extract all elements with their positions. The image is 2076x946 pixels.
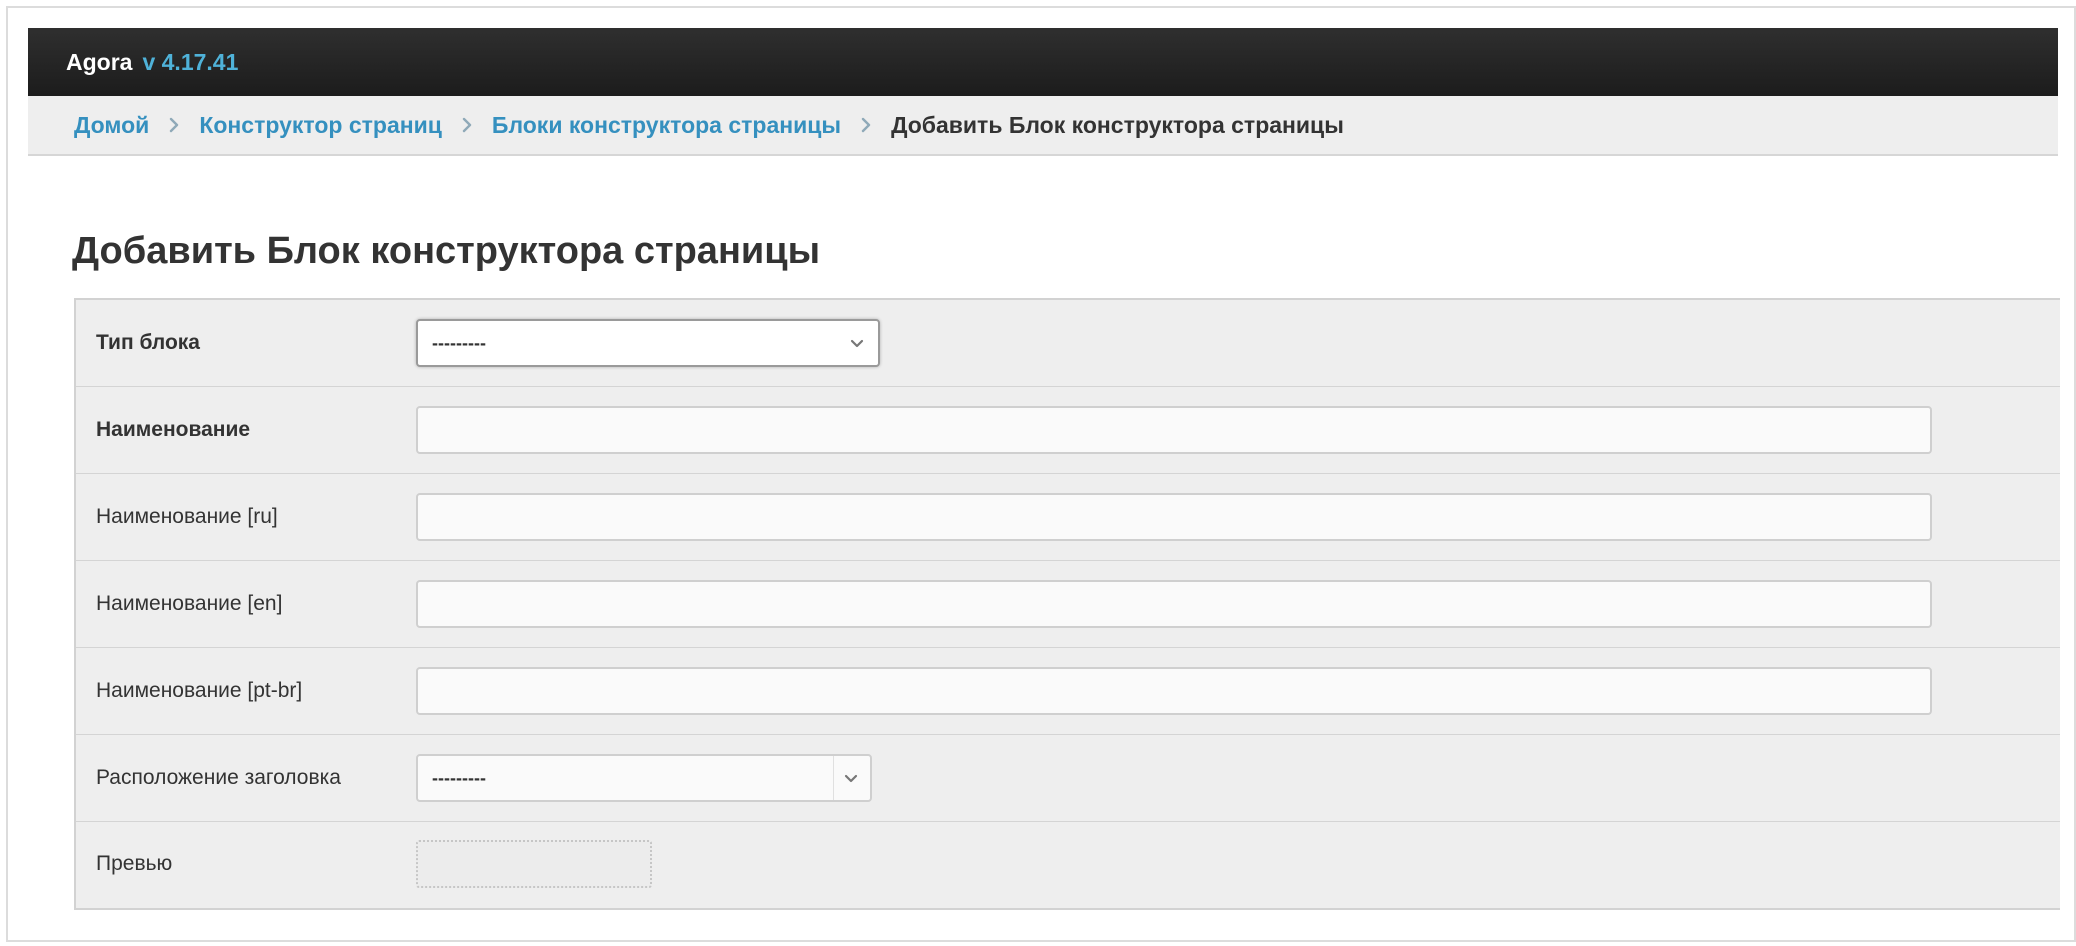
- chevron-right-icon: [149, 116, 199, 134]
- name-pt-br-input[interactable]: [416, 667, 1932, 715]
- breadcrumb-page-builder-blocks[interactable]: Блоки конструктора страницы: [492, 112, 841, 139]
- form-row-name-pt-br: Наименование [pt-br]: [76, 648, 2060, 735]
- brand[interactable]: Agora v 4.17.41: [66, 28, 238, 96]
- chevron-down-icon: [848, 334, 866, 352]
- title-position-label: Расположение заголовка: [96, 766, 341, 789]
- page-title: Добавить Блок конструктора страницы: [72, 230, 821, 272]
- preview-upload-area[interactable]: [416, 840, 652, 888]
- chevron-right-icon: [841, 116, 891, 134]
- form-row-title-position: Расположение заголовка ---------: [76, 735, 2060, 822]
- app-version: v 4.17.41: [142, 48, 239, 75]
- name-ru-input[interactable]: [416, 493, 1932, 541]
- title-position-selected-value: ---------: [432, 767, 486, 788]
- app-window: Agora v 4.17.41 Домой Конструктор страни…: [6, 6, 2076, 942]
- title-position-select[interactable]: ---------: [416, 754, 872, 802]
- form-row-block-type: Тип блока ---------: [76, 300, 2060, 387]
- name-pt-br-label: Наименование [pt-br]: [96, 679, 303, 702]
- name-label: Наименование: [96, 418, 251, 441]
- breadcrumb-current: Добавить Блок конструктора страницы: [891, 111, 1344, 138]
- form-row-name-ru: Наименование [ru]: [76, 474, 2060, 561]
- chevron-right-icon: [442, 116, 492, 134]
- name-ru-label: Наименование [ru]: [96, 505, 278, 528]
- name-input[interactable]: [416, 406, 1932, 454]
- preview-label: Превью: [96, 852, 173, 875]
- name-en-label: Наименование [en]: [96, 592, 283, 615]
- app-name: Agora: [66, 48, 133, 75]
- top-header: Agora v 4.17.41: [28, 28, 2058, 96]
- block-type-select[interactable]: ---------: [416, 319, 880, 367]
- name-en-input[interactable]: [416, 580, 1932, 628]
- block-type-label: Тип блока: [96, 331, 200, 354]
- breadcrumb: Домой Конструктор страниц Блоки конструк…: [28, 96, 2058, 156]
- block-type-selected-value: ---------: [432, 332, 486, 353]
- breadcrumb-page-builder[interactable]: Конструктор страниц: [199, 112, 442, 139]
- form-row-name-en: Наименование [en]: [76, 561, 2060, 648]
- chevron-down-icon: [842, 769, 860, 787]
- form-row-preview: Превью: [76, 822, 2060, 906]
- form-row-name: Наименование: [76, 387, 2060, 474]
- add-block-form: Тип блока --------- Наименование Наимено…: [74, 298, 2060, 910]
- breadcrumb-home[interactable]: Домой: [74, 112, 149, 139]
